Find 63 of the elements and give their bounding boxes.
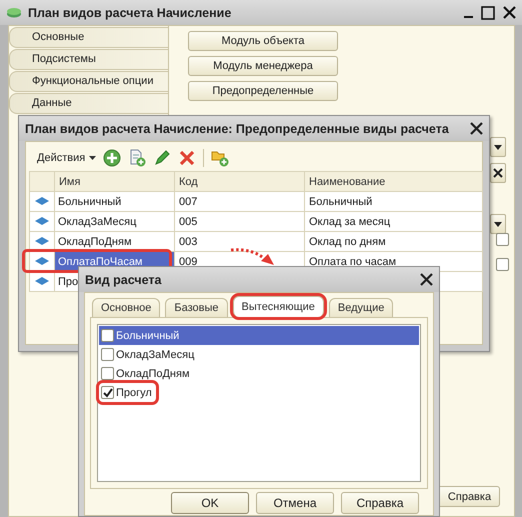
row-icon (35, 216, 49, 224)
add-icon[interactable] (103, 149, 122, 167)
close-icon (420, 273, 433, 286)
checkbox[interactable] (101, 329, 114, 342)
tab[interactable]: Ведущие (328, 298, 394, 317)
window-title: План видов расчета Начисление: Предопределенные виды расчета (25, 122, 450, 136)
clear-button[interactable] (490, 163, 506, 183)
checkbox[interactable] (101, 386, 114, 399)
table-cell: Оклад за месяц (304, 212, 482, 232)
checkbox[interactable] (101, 348, 114, 361)
minimize-icon (464, 16, 473, 18)
list-item-label[interactable]: Прогул (116, 386, 152, 398)
side-tab[interactable]: Подсистемы (9, 49, 168, 70)
side-tab[interactable]: Данные (9, 93, 168, 114)
help-button[interactable]: Справка (440, 486, 500, 507)
dialog-button[interactable]: OK (171, 492, 249, 514)
delete-icon[interactable] (178, 149, 196, 167)
close-icon (470, 122, 483, 135)
row-icon (35, 256, 49, 264)
app-icon (6, 6, 22, 18)
checkbox[interactable] (101, 367, 114, 380)
list-item-label[interactable]: ОкладПоДням (116, 368, 190, 380)
row-icon (35, 196, 49, 204)
table-cell: 005 (174, 212, 304, 232)
tab[interactable]: Базовые (165, 298, 228, 317)
form-button[interactable]: Предопределенные (188, 81, 338, 101)
row-name[interactable]: Про (58, 276, 78, 288)
caret-icon (89, 156, 96, 160)
dialog-title: Вид расчета (85, 272, 162, 286)
folder-add-icon[interactable] (211, 149, 230, 167)
tab[interactable]: Основное (92, 298, 160, 317)
list-item-label[interactable]: Больничный (116, 330, 180, 342)
maximize-icon (481, 6, 495, 20)
column-header[interactable]: Наименование (304, 172, 482, 192)
form-button[interactable]: Модуль менеджера (188, 56, 338, 76)
table-cell: Больничный (304, 192, 482, 212)
dialog-button[interactable]: Справка (341, 492, 419, 514)
caret-icon (494, 222, 502, 226)
column-header[interactable]: Код (174, 172, 304, 192)
dropdown-button[interactable] (490, 137, 506, 157)
dialog-button[interactable]: Отмена (256, 492, 334, 514)
checkbox[interactable] (496, 233, 509, 246)
row-icon (35, 276, 49, 284)
list-item-label[interactable]: ОкладЗаМесяц (116, 348, 194, 360)
table-cell: 007 (174, 192, 304, 212)
pencil-icon[interactable] (153, 149, 172, 167)
table-cell: 003 (174, 232, 304, 252)
close-icon (503, 6, 516, 19)
tab[interactable]: Вытесняющие (232, 296, 324, 317)
checkbox[interactable] (496, 258, 509, 271)
actions-menu[interactable]: Действия (37, 152, 96, 164)
side-tab[interactable]: Функциональные опции (9, 71, 168, 92)
copy-add-icon[interactable] (128, 149, 146, 167)
row-icon (35, 236, 49, 244)
close-icon (493, 168, 503, 178)
form-button[interactable]: Модуль объекта (188, 31, 338, 51)
annotation-arrow (230, 248, 275, 266)
dropdown-button[interactable] (490, 214, 506, 234)
caret-icon (494, 144, 502, 150)
table-cell: Оклад по дням (304, 232, 482, 252)
column-header[interactable]: Имя (54, 172, 174, 192)
window-title: План видов расчета Начисление (28, 6, 232, 20)
side-tab[interactable]: Основные (9, 27, 168, 48)
